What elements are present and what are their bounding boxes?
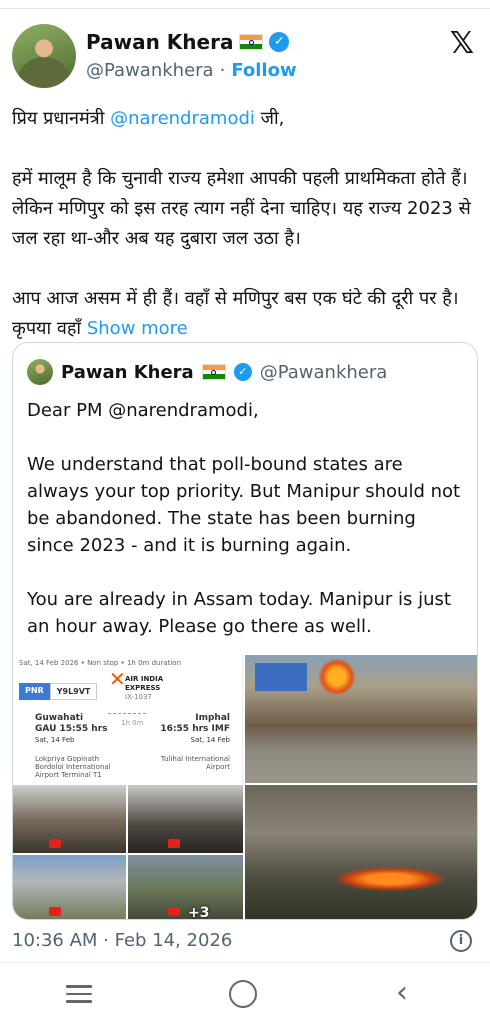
airline-x-icon: ✕	[109, 667, 126, 691]
media-grid: Sat, 14 Feb 2026 • Non stop • 1h 0m dura…	[13, 655, 477, 919]
bottom-divider	[0, 962, 490, 963]
author-avatar[interactable]	[12, 24, 76, 88]
mention-link[interactable]: @narendramodi	[110, 108, 255, 129]
from-city: Guwahati	[35, 713, 84, 723]
route-line	[108, 713, 146, 714]
forest-fire-photo[interactable]	[245, 785, 477, 919]
quoted-paragraph: Dear PM @narendramodi,	[27, 400, 259, 421]
tweet-paragraph: हमें मालूम है कि चुनावी राज्य हमेशा आपकी…	[12, 168, 471, 249]
separator-dot: ·	[219, 60, 226, 81]
quoted-paragraph: We understand that poll-bound states are…	[27, 454, 461, 556]
to-date: Sat, 14 Feb	[190, 736, 230, 744]
debris-photo[interactable]	[128, 785, 243, 853]
ticket-date: Sat, 14 Feb 2026 • Non stop • 1h 0m dura…	[19, 659, 182, 667]
video-badge-icon	[168, 907, 180, 916]
quoted-paragraph: You are already in Assam today. Manipur …	[27, 589, 451, 637]
terminal-line: Airport Terminal T1	[35, 771, 102, 779]
author-handle[interactable]: @Pawankhera	[86, 60, 214, 81]
burnt-house-photo[interactable]	[13, 785, 126, 853]
terminal-line: Bordoloi International	[35, 763, 111, 771]
from-date: Sat, 14 Feb	[35, 736, 75, 744]
departure-terminal: Lokpriya Gopinath Bordoloi International…	[35, 755, 111, 779]
flight-duration: 1h 0m	[121, 719, 144, 727]
recent-apps-icon[interactable]	[66, 980, 96, 1010]
burning-village-photo[interactable]	[245, 655, 477, 783]
verified-badge-icon: ✓	[233, 363, 252, 381]
tweet-text-span: प्रिय प्रधानमंत्री	[12, 108, 111, 129]
author-name[interactable]: Pawan Khera	[86, 30, 233, 54]
quoted-tweet-header: Pawan Khera ✓ @Pawankhera	[27, 359, 387, 385]
video-badge-icon	[168, 839, 180, 848]
blue-house-shape	[255, 663, 307, 691]
from-time: GAU 15:55 hrs	[35, 724, 108, 734]
terminal-line: Tulihal International	[160, 755, 230, 763]
hillside-photo[interactable]	[13, 855, 126, 919]
quoted-tweet-body: Dear PM @narendramodi, We understand tha…	[27, 397, 467, 667]
quoted-tweet-card[interactable]: Pawan Khera ✓ @Pawankhera Dear PM @naren…	[12, 342, 478, 920]
ticket-pnr: PNR Y9L9VT	[19, 683, 98, 700]
to-city: Imphal	[195, 713, 230, 723]
fire-shape	[335, 867, 445, 891]
terminal-line: Lokpriya Gopinath	[35, 755, 100, 763]
home-circle-icon[interactable]	[229, 980, 257, 1008]
show-more-link[interactable]: Show more	[87, 318, 188, 339]
back-chevron-icon[interactable]: ‹	[396, 978, 426, 1008]
tweet-paragraph: प्रिय प्रधानमंत्री @narendramodi जी,	[12, 104, 478, 134]
forest-photo[interactable]	[128, 855, 243, 919]
tweet-text-span: जी,	[254, 108, 285, 129]
fire-shape	[317, 659, 357, 695]
departure-info: Guwahati GAU 15:55 hrs Sat, 14 Feb	[35, 713, 108, 746]
follow-button[interactable]: Follow	[231, 60, 296, 81]
verified-badge-icon: ✓	[269, 32, 290, 52]
india-flag-icon	[201, 364, 226, 380]
quoted-author-handle: @Pawankhera	[259, 361, 388, 383]
video-badge-icon	[49, 839, 61, 848]
pnr-label: PNR	[19, 683, 50, 700]
x-logo-icon[interactable]: 𝕏	[450, 26, 474, 61]
pnr-value: Y9L9VT	[49, 683, 98, 700]
handle-row: @Pawankhera · Follow	[86, 60, 297, 81]
airline-name-1: AIR INDIA	[125, 675, 164, 683]
flight-number: IX-1037	[125, 693, 152, 701]
quoted-author-avatar	[27, 359, 53, 385]
author-name-row[interactable]: Pawan Khera ✓	[86, 30, 290, 54]
airline-name-2: EXPRESS	[125, 684, 161, 692]
android-nav-bar: ‹	[0, 966, 490, 1024]
tweet-header: Pawan Khera ✓ @Pawankhera · Follow 𝕏	[12, 22, 478, 92]
tweet-body: प्रिय प्रधानमंत्री @narendramodi जी, हमे…	[12, 104, 478, 374]
more-media-count[interactable]: +3	[188, 905, 209, 919]
info-icon[interactable]: i	[450, 930, 472, 952]
video-badge-icon	[49, 907, 61, 916]
top-divider	[0, 8, 490, 9]
to-time: 16:55 hrs IMF	[160, 724, 230, 734]
tweet-paragraph: आप आज असम में ही हैं। वहाँ से मणिपुर बस …	[12, 284, 478, 344]
flight-ticket-image[interactable]: Sat, 14 Feb 2026 • Non stop • 1h 0m dura…	[13, 655, 243, 783]
arrival-terminal: Tulihal International Airport	[161, 755, 230, 771]
tweet-text-span: आप आज असम में ही हैं। वहाँ से मणिपुर बस …	[12, 288, 459, 339]
terminal-line: Airport	[206, 763, 230, 771]
quoted-author-name: Pawan Khera	[61, 361, 194, 383]
tweet-timestamp[interactable]: 10:36 AM · Feb 14, 2026	[12, 930, 232, 951]
arrival-info: Imphal 16:55 hrs IMF Sat, 14 Feb	[160, 713, 230, 746]
india-flag-icon	[239, 34, 264, 50]
airline-logo: ✕ AIR INDIA EXPRESS IX-1037	[109, 669, 164, 702]
